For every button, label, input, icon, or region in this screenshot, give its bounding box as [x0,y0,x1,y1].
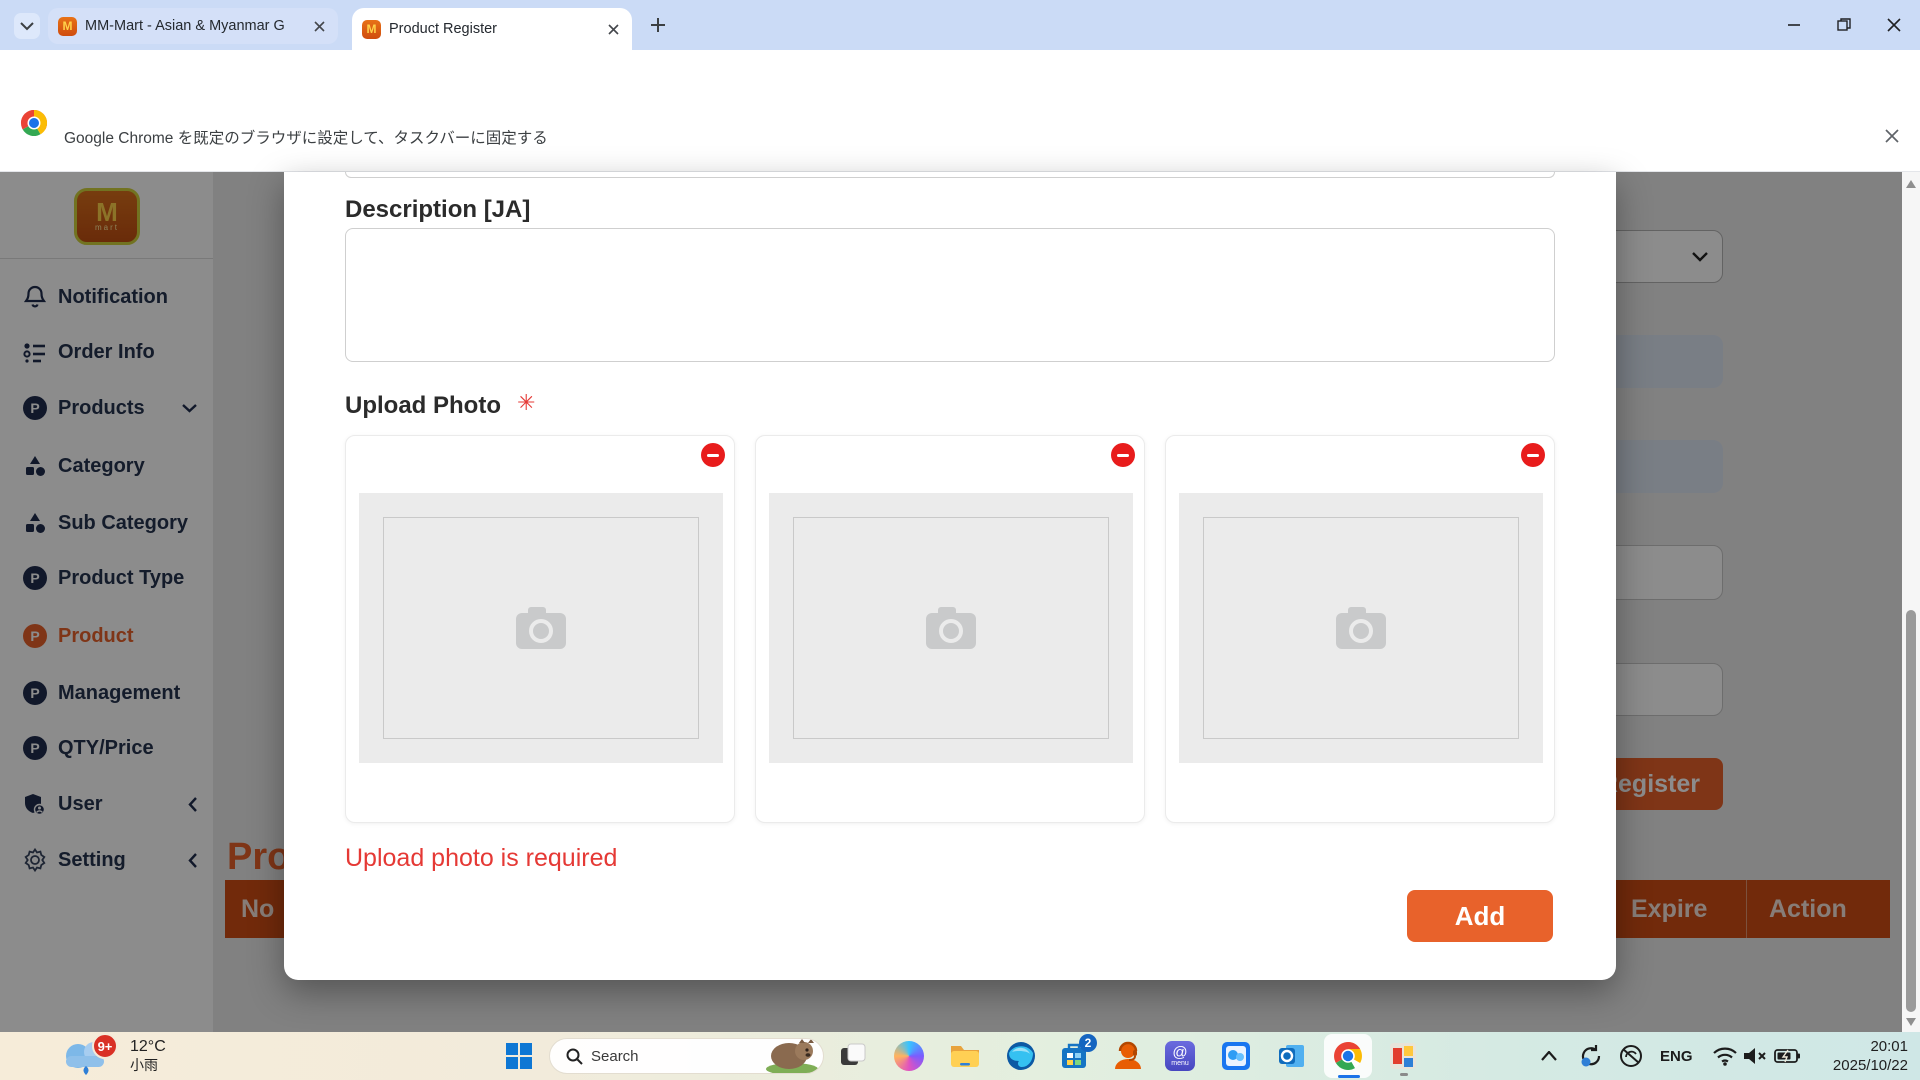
close-window-button[interactable] [1886,17,1902,33]
volume-muted-icon[interactable] [1742,1032,1768,1080]
infobar-message: Google Chrome を既定のブラウザに設定して、タスクバーに固定する [64,126,548,148]
support-agent-icon[interactable] [1111,1039,1145,1073]
menu-app-icon[interactable]: @menu [1163,1039,1197,1073]
camera-icon [1334,605,1388,651]
language-label: ENG [1660,1048,1693,1065]
start-button[interactable] [502,1039,536,1073]
scrollbar-thumb[interactable] [1906,610,1916,1012]
do-not-disturb-icon[interactable] [1618,1032,1644,1080]
taskbar-search[interactable]: Search [549,1038,824,1074]
scroll-down-icon[interactable] [1906,1018,1916,1026]
browser-tab-strip: M MM-Mart - Asian & Myanmar G M Product … [0,0,1920,50]
outlook-icon[interactable] [1275,1039,1309,1073]
upload-photo-text: Upload Photo [345,392,501,420]
tab-close-icon[interactable] [604,20,622,38]
sync-status-icon[interactable] [1578,1032,1604,1080]
remove-photo-icon[interactable] [1111,443,1135,467]
product-register-modal: Description [JA] Upload Photo ✳ [284,172,1616,980]
upload-required-error: Upload photo is required [345,844,617,873]
weather-condition: 小雨 [130,1056,166,1075]
wifi-icon[interactable] [1712,1032,1738,1080]
widgets-tiles-icon[interactable] [1386,1039,1420,1073]
new-tab-button[interactable] [648,15,668,40]
upload-photo-slots [345,435,1555,823]
task-view-icon[interactable] [836,1039,870,1073]
language-indicator[interactable]: ENG [1660,1032,1693,1080]
taskbar-clock[interactable]: 20:01 2025/10/22 [1833,1037,1908,1075]
tab-title: MM-Mart - Asian & Myanmar G [85,18,285,34]
description-ja-textarea[interactable] [345,228,1555,362]
upload-photo-card[interactable] [1165,435,1555,823]
product-register-favicon: M [362,20,381,39]
clock-time: 20:01 [1833,1037,1908,1056]
clock-date: 2025/10/22 [1833,1056,1908,1075]
upload-photo-card[interactable] [755,435,1145,823]
camera-icon [514,605,568,651]
tray-show-hidden-icons[interactable] [1541,1032,1557,1080]
clipped-input-edge [345,172,1555,178]
photo-placeholder[interactable] [1179,493,1543,763]
chrome-taskbar-button[interactable] [1324,1034,1372,1078]
mm-mart-favicon: M [58,17,77,36]
tab-mm-mart[interactable]: M MM-Mart - Asian & Myanmar G [48,8,338,44]
window-controls [1786,0,1920,50]
edge-icon[interactable] [1004,1039,1038,1073]
microsoft-store-icon[interactable]: 2 [1057,1039,1091,1073]
search-icon [566,1048,583,1065]
copilot-icon[interactable] [892,1039,926,1073]
tab-title: Product Register [389,21,497,37]
scroll-up-icon[interactable] [1906,180,1916,188]
desktop-screen: M MM-Mart - Asian & Myanmar G M Product … [0,0,1920,1080]
chrome-icon [1333,1041,1363,1071]
windows-taskbar: 9+ 12°C 小雨 Search [0,1032,1920,1080]
page-scrollbar[interactable] [1902,172,1920,1032]
widgets-running-indicator [1400,1073,1408,1076]
upload-photo-label: Upload Photo ✳ [345,392,535,420]
default-browser-infobar: Google Chrome を既定のブラウザに設定して、タスクバーに固定する デ… [0,100,1920,172]
required-asterisk: ✳ [517,390,535,416]
upload-photo-card[interactable] [345,435,735,823]
photo-placeholder[interactable] [769,493,1133,763]
tab-close-icon[interactable] [310,17,328,35]
description-ja-label: Description [JA] [345,196,530,224]
admin-page: M mart Notification Order Info P Product… [0,172,1920,1032]
remove-photo-icon[interactable] [1521,443,1545,467]
weather-temperature: 12°C [130,1037,166,1056]
photos-app-icon[interactable] [1219,1039,1253,1073]
search-highlight-animal-icon [761,1038,823,1074]
remove-photo-icon[interactable] [701,443,725,467]
camera-icon [924,605,978,651]
maximize-button[interactable] [1836,17,1852,33]
weather-text[interactable]: 12°C 小雨 [130,1037,166,1075]
minimize-button[interactable] [1786,17,1802,33]
tab-product-register[interactable]: M Product Register [352,8,632,50]
file-explorer-icon[interactable] [948,1039,982,1073]
infobar-close-icon[interactable] [1884,128,1900,144]
tab-search-button[interactable] [14,13,40,39]
chevron-down-icon [20,22,34,31]
store-badge: 2 [1079,1034,1097,1052]
weather-alert-badge: 9+ [92,1033,118,1059]
browser-toolbar: mmmart.jp/admin/productregister [0,50,1920,100]
chrome-logo-icon [20,109,48,137]
battery-icon[interactable] [1774,1032,1800,1080]
weather-widget[interactable]: 9+ [56,1036,196,1078]
search-label: Search [591,1048,639,1065]
add-button[interactable]: Add [1407,890,1553,942]
chrome-active-indicator [1338,1075,1360,1078]
photo-placeholder[interactable] [359,493,723,763]
